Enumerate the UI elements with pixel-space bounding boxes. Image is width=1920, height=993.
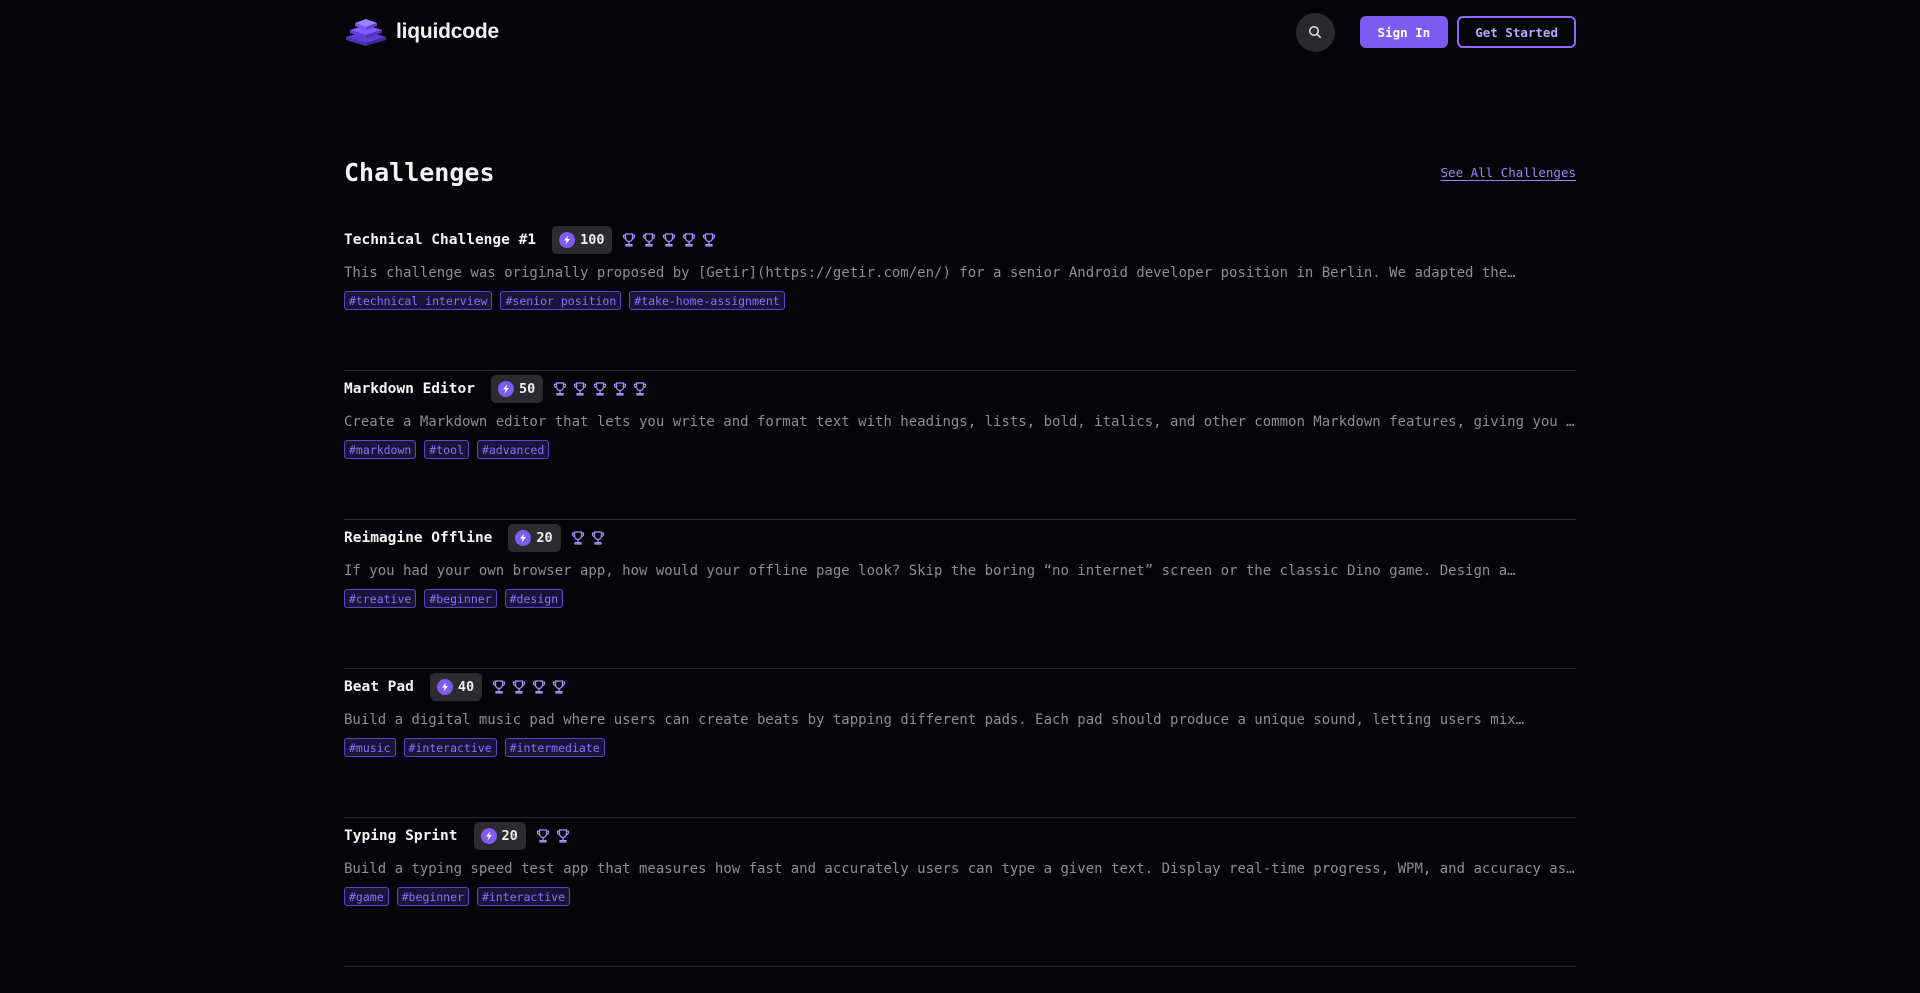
tag-chip[interactable]: #advanced bbox=[476, 440, 550, 459]
challenge-list: Technical Challenge #1 100 This challeng… bbox=[344, 222, 1576, 967]
lightning-icon bbox=[436, 679, 453, 695]
lightning-icon bbox=[497, 381, 514, 397]
tag-chip[interactable]: #music bbox=[344, 738, 396, 757]
challenge-item: Typing Sprint 20 Build a typing speed te… bbox=[344, 818, 1576, 967]
tag-chip[interactable]: #beginner bbox=[424, 589, 497, 608]
trophy-icon bbox=[535, 828, 551, 844]
trophy-icon bbox=[661, 232, 677, 248]
challenge-title[interactable]: Reimagine Offline bbox=[344, 530, 492, 546]
points-value: 50 bbox=[518, 381, 536, 397]
trophy-icon bbox=[701, 232, 717, 248]
difficulty-trophies bbox=[552, 381, 648, 397]
points-value: 40 bbox=[457, 679, 475, 695]
brand-name: liquidcode bbox=[396, 20, 500, 43]
difficulty-trophies bbox=[491, 679, 567, 695]
tag-chip[interactable]: #interactive bbox=[403, 738, 497, 757]
difficulty-trophies bbox=[570, 530, 606, 546]
challenge-description: Create a Markdown editor that lets you w… bbox=[344, 414, 1575, 430]
liquidcode-logo-icon bbox=[346, 19, 386, 46]
trophy-icon bbox=[555, 828, 571, 844]
trophy-icon bbox=[552, 381, 568, 397]
challenge-title[interactable]: Beat Pad bbox=[344, 679, 414, 695]
sign-in-button[interactable]: Sign In bbox=[1359, 16, 1449, 48]
trophy-icon bbox=[612, 381, 628, 397]
tag-chip[interactable]: #markdown bbox=[344, 440, 417, 459]
trophy-icon bbox=[570, 530, 586, 546]
tag-chip[interactable]: #intermediate bbox=[504, 738, 605, 757]
challenge-title[interactable]: Typing Sprint bbox=[344, 828, 458, 844]
challenge-item: Beat Pad 40 Build a digital music pad wh… bbox=[344, 669, 1576, 818]
top-nav: liquidcode Sign In Get Started bbox=[344, 0, 1576, 64]
trophy-icon bbox=[531, 679, 547, 695]
search-icon bbox=[1309, 26, 1322, 39]
tag-chip[interactable]: #interactive bbox=[476, 887, 571, 906]
search-button[interactable] bbox=[1295, 12, 1335, 52]
tag-list: #music #interactive #intermediate bbox=[344, 738, 1576, 757]
trophy-icon bbox=[621, 232, 637, 248]
tag-chip[interactable]: #design bbox=[504, 589, 564, 608]
trophy-icon bbox=[632, 381, 648, 397]
trophy-icon bbox=[511, 679, 527, 695]
tag-chip[interactable]: #tool bbox=[424, 440, 469, 459]
tag-chip[interactable]: #technical interview bbox=[344, 291, 493, 310]
tag-list: #creative #beginner #design bbox=[344, 589, 1576, 608]
tag-chip[interactable]: #senior position bbox=[500, 291, 622, 310]
trophy-icon bbox=[491, 679, 507, 695]
see-all-challenges-link[interactable]: See All Challenges bbox=[1441, 165, 1576, 180]
header-actions: Sign In Get Started bbox=[1295, 12, 1576, 52]
trophy-icon bbox=[641, 232, 657, 248]
points-value: 20 bbox=[501, 828, 518, 844]
points-value: 100 bbox=[580, 232, 605, 248]
tag-list: #technical interview #senior position #tak… bbox=[344, 291, 1576, 310]
points-badge: 20 bbox=[508, 524, 561, 552]
trophy-icon bbox=[590, 530, 606, 546]
challenge-item: Markdown Editor 50 Create a Markdown edi… bbox=[344, 371, 1576, 520]
lightning-icon bbox=[559, 232, 576, 248]
trophy-icon bbox=[592, 381, 608, 397]
challenge-description: This challenge was originally proposed b… bbox=[344, 265, 1516, 281]
points-badge: 40 bbox=[429, 673, 483, 701]
points-value: 20 bbox=[536, 530, 553, 546]
brand-link[interactable]: liquidcode bbox=[344, 17, 499, 47]
tag-chip[interactable]: #creative bbox=[344, 589, 417, 608]
lightning-icon bbox=[480, 828, 497, 844]
challenge-header-row: Beat Pad 40 bbox=[344, 673, 1576, 701]
challenge-item: Technical Challenge #1 100 This challeng… bbox=[344, 222, 1576, 371]
challenge-description: Build a digital music pad where users ca… bbox=[344, 712, 1525, 728]
points-badge: 20 bbox=[473, 822, 526, 850]
challenge-description: If you had your own browser app, how wou… bbox=[344, 563, 1516, 579]
trophy-icon bbox=[551, 679, 567, 695]
challenge-item: Reimagine Offline 20 If you had your own… bbox=[344, 520, 1576, 669]
challenge-header-row: Markdown Editor 50 bbox=[344, 375, 1576, 403]
tag-chip[interactable]: #take-home-assignment bbox=[629, 291, 785, 310]
points-badge: 100 bbox=[552, 226, 613, 254]
trophy-icon bbox=[681, 232, 697, 248]
points-badge: 50 bbox=[490, 375, 544, 403]
lightning-icon bbox=[515, 530, 532, 546]
difficulty-trophies bbox=[621, 232, 717, 248]
challenge-header-row: Technical Challenge #1 100 bbox=[344, 226, 1576, 254]
trophy-icon bbox=[572, 381, 588, 397]
tag-chip[interactable]: #beginner bbox=[396, 887, 469, 906]
challenge-title[interactable]: Markdown Editor bbox=[344, 381, 475, 397]
page-title: Challenges bbox=[344, 157, 495, 187]
difficulty-trophies bbox=[535, 828, 571, 844]
get-started-button[interactable]: Get Started bbox=[1457, 16, 1576, 48]
challenge-description: Build a typing speed test app that measu… bbox=[344, 861, 1575, 877]
challenge-header-row: Reimagine Offline 20 bbox=[344, 524, 1576, 552]
tag-list: #game #beginner #interactive bbox=[344, 887, 1576, 906]
tag-chip[interactable]: #game bbox=[344, 887, 389, 906]
challenge-title[interactable]: Technical Challenge #1 bbox=[344, 232, 536, 248]
challenges-header: Challenges See All Challenges bbox=[344, 155, 1576, 189]
tag-list: #markdown #tool #advanced bbox=[344, 440, 1576, 459]
challenge-header-row: Typing Sprint 20 bbox=[344, 822, 1576, 850]
